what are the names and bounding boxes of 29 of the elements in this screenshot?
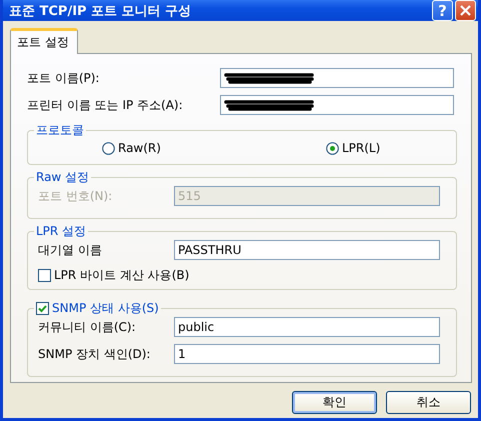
help-button[interactable]: ?: [432, 0, 453, 21]
field-label: 포트 이름(P):: [27, 70, 100, 86]
text-field[interactable]: [220, 68, 454, 88]
dialog-button[interactable]: 취소: [386, 391, 471, 414]
group-title: LPR 설정: [35, 223, 88, 240]
close-button[interactable]: [455, 0, 476, 21]
window-title: 표준 TCP/IP 포트 모니터 구성: [9, 2, 192, 20]
dialog-button[interactable]: 확인: [292, 391, 377, 414]
text-field[interactable]: public: [174, 317, 440, 337]
field-label: 프린터 이름 또는 IP 주소(A):: [27, 96, 184, 114]
checkbox-label[interactable]: SNMP 상태 사용(S): [52, 300, 159, 317]
radio-button[interactable]: [326, 142, 339, 154]
radio-label[interactable]: LPR(L): [342, 141, 380, 155]
field-label: 포트 번호(N):: [38, 188, 114, 204]
close-icon: [460, 5, 471, 16]
text-field[interactable]: 1: [174, 344, 440, 364]
radio-button[interactable]: [102, 142, 115, 154]
field-label: SNMP 장치 색인(D):: [38, 346, 152, 362]
radio-label[interactable]: Raw(R): [118, 141, 161, 155]
checkbox[interactable]: [36, 302, 49, 315]
text-field[interactable]: PASSTHRU: [174, 240, 440, 260]
field-label: 커뮤니티 이름(C):: [38, 318, 137, 336]
field-label: 대기열 이름: [38, 242, 103, 258]
text-field[interactable]: [220, 95, 454, 115]
checkbox-label[interactable]: LPR 바이트 계산 사용(B): [54, 267, 190, 284]
checkbox[interactable]: [38, 269, 51, 282]
tab[interactable]: 포트 설정: [10, 28, 78, 54]
group-title: 프로토콜: [35, 122, 85, 139]
group-title: Raw 설정: [35, 169, 90, 186]
